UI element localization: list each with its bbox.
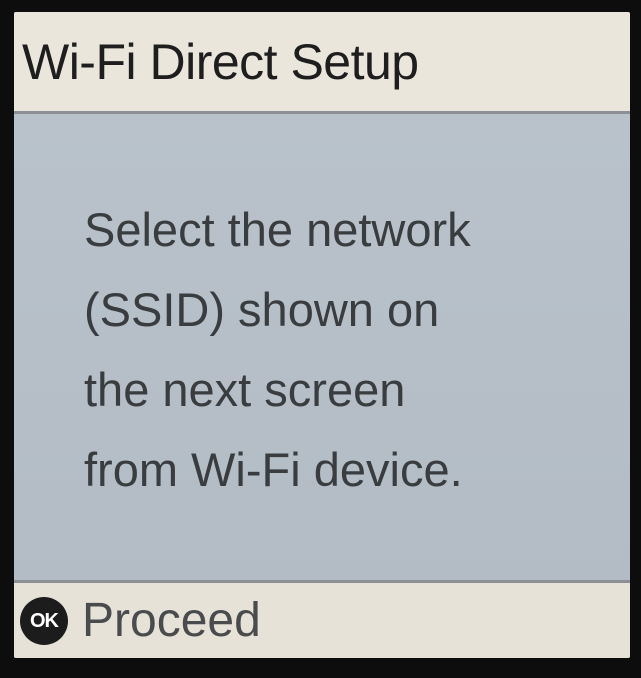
title-bar: Wi-Fi Direct Setup bbox=[14, 12, 630, 114]
screen-title: Wi-Fi Direct Setup bbox=[22, 34, 419, 90]
message-line-3: the next screen bbox=[84, 363, 406, 416]
instruction-message: Select the network (SSID) shown on the n… bbox=[84, 190, 604, 510]
ok-button-icon: OK bbox=[20, 597, 68, 645]
message-line-1: Select the network bbox=[84, 203, 471, 256]
printer-lcd-screen: Wi-Fi Direct Setup Select the network (S… bbox=[14, 12, 630, 658]
message-line-2: (SSID) shown on bbox=[84, 283, 440, 336]
proceed-button[interactable]: OK Proceed bbox=[14, 580, 630, 658]
message-area: Select the network (SSID) shown on the n… bbox=[14, 114, 630, 580]
proceed-label: Proceed bbox=[82, 594, 261, 647]
message-line-4: from Wi-Fi device. bbox=[84, 443, 463, 496]
